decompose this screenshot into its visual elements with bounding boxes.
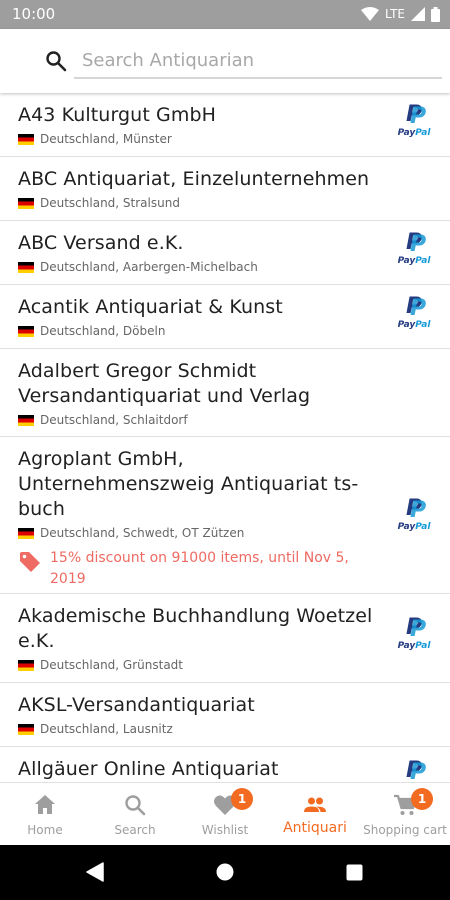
nav-shopping-cart[interactable]: Shopping cart 1 — [360, 783, 450, 845]
nav-badge: 1 — [411, 788, 433, 810]
dealer-location-text: Deutschland, Schlaitdorf — [40, 413, 188, 427]
paypal-text-1: Pay — [397, 320, 416, 330]
battery-icon — [431, 6, 440, 22]
germany-flag-icon — [18, 133, 34, 145]
paypal-p-icon: PP — [405, 758, 427, 783]
paypal-text-2: Pal — [415, 320, 431, 330]
nav-wishlist[interactable]: Wishlist 1 — [180, 783, 270, 845]
dealer-row[interactable]: AKSL-Versandantiquariat Deutschland, Laus… — [0, 683, 450, 747]
people-icon — [304, 797, 326, 812]
germany-flag-icon — [18, 723, 34, 735]
nav-badge: 1 — [231, 788, 253, 810]
dealer-location-text: Deutschland, Aarbergen-Michelbach — [40, 260, 258, 274]
dealer-name: AKSL-Versandantiquariat — [18, 694, 255, 716]
nav-label: Antiquari — [283, 820, 347, 836]
search-input[interactable] — [74, 43, 442, 79]
paypal-p-icon: PP — [405, 496, 427, 523]
nav-antiquari[interactable]: Antiquari — [270, 783, 360, 845]
paypal-text-1: Pay — [397, 256, 416, 266]
paypal-logo: PPPayPal — [394, 295, 434, 335]
paypal-p-icon: PP — [405, 102, 427, 129]
dealer-row[interactable]: Acantik Antiquariat & Kunst Deutschland, … — [0, 285, 450, 349]
dealer-location: Deutschland, Döbeln — [18, 322, 380, 340]
signal-icon — [411, 7, 425, 21]
dealer-name: ABC Versand e.K. — [18, 232, 184, 254]
nav-home[interactable]: Home — [0, 783, 90, 845]
home-icon — [35, 795, 55, 814]
dealer-name: Akademische Buchhandlung Woetzel e.K. — [18, 605, 373, 652]
nav-search[interactable]: Search — [90, 783, 180, 845]
dealer-row[interactable]: ABC Antiquariat, Einzelunternehmen Deutsc… — [0, 157, 450, 221]
dealer-location-text: Deutschland, Grünstadt — [40, 658, 184, 672]
dealer-name: Allgäuer Online Antiquariat — [18, 758, 279, 780]
paypal-logo: PPPayPal — [394, 758, 434, 783]
nav-label: Shopping cart — [363, 823, 447, 837]
germany-flag-icon — [18, 659, 34, 671]
nav-label: Home — [27, 823, 63, 837]
dealer-location: Deutschland, Stralsund — [18, 194, 380, 212]
germany-flag-icon — [18, 261, 34, 273]
paypal-logo: PPPayPal — [394, 231, 434, 271]
dealer-name: Adalbert Gregor Schmidt Versandantiquari… — [18, 360, 311, 407]
paypal-text-1: Pay — [397, 641, 416, 651]
tag-icon — [20, 552, 40, 572]
dealer-name: A43 Kulturgut GmbH — [18, 104, 216, 126]
discount-notice: 15% discount on 91000 items, until Nov 5… — [18, 548, 380, 590]
dealer-location: Deutschland, Grünstadt — [18, 656, 380, 674]
nav-label: Wishlist — [201, 823, 249, 837]
nav-label: Search — [114, 823, 156, 837]
dealer-row[interactable]: Adalbert Gregor Schmidt Versandantiquari… — [0, 349, 450, 437]
status-icons: LTE — [361, 5, 440, 23]
dealer-row[interactable]: Akademische Buchhandlung Woetzel e.K. Deu… — [0, 594, 450, 683]
germany-flag-icon — [18, 197, 34, 209]
dealer-location-text: Deutschland, Döbeln — [40, 324, 166, 338]
paypal-text-2: Pal — [415, 641, 431, 651]
dealer-name: ABC Antiquariat, Einzelunternehmen — [18, 168, 370, 190]
discount-text: 15% discount on 91000 items, until Nov 5… — [50, 550, 349, 587]
search-icon[interactable] — [44, 49, 68, 73]
dealer-location: Deutschland, Lausnitz — [18, 720, 380, 738]
germany-flag-icon — [18, 325, 34, 337]
germany-flag-icon — [18, 414, 34, 426]
search-bar — [0, 29, 450, 93]
status-bar: 10:00 LTE — [0, 0, 450, 29]
dealer-location-text: Deutschland, Münster — [40, 132, 172, 146]
paypal-p-icon: PP — [405, 294, 427, 321]
dealer-location-text: Deutschland, Lausnitz — [40, 722, 173, 736]
paypal-p-icon: PP — [405, 615, 427, 642]
dealer-row[interactable]: ABC Versand e.K. Deutschland, Aarbergen-M… — [0, 221, 450, 285]
paypal-logo: PPPayPal — [394, 103, 434, 143]
bottom-navigation: Home Search Wishlist 1 Antiquari Shopping car… — [0, 782, 450, 845]
germany-flag-icon — [18, 527, 34, 539]
home-button-icon[interactable] — [216, 863, 234, 881]
paypal-text-2: Pal — [415, 256, 431, 266]
dealer-name: Acantik Antiquariat & Kunst — [18, 296, 283, 318]
dealer-row[interactable]: Agroplant GmbH, Unternehmenszweig Antiqu… — [0, 437, 450, 594]
paypal-text-2: Pal — [415, 522, 431, 532]
search-icon — [125, 795, 146, 816]
dealer-location: Deutschland, Schwedt, OT Zützen — [18, 524, 380, 542]
dealer-row[interactable]: Allgäuer Online AntiquariatDeutschlandPP… — [0, 747, 450, 782]
recents-icon[interactable] — [346, 864, 363, 881]
status-time: 10:00 — [12, 5, 56, 23]
dealer-location-text: Deutschland, Schwedt, OT Zützen — [40, 526, 245, 540]
paypal-p-icon: PP — [405, 230, 427, 257]
dealer-location: Deutschland, Aarbergen-Michelbach — [18, 258, 380, 276]
dealer-list[interactable]: A43 Kulturgut GmbH Deutschland, Münster P P… — [0, 93, 450, 782]
system-navigation-bar — [0, 845, 450, 900]
dealer-name: Agroplant GmbH, Unternehmenszweig Antiqu… — [18, 448, 359, 520]
network-type: LTE — [385, 7, 405, 21]
dealer-row[interactable]: A43 Kulturgut GmbH Deutschland, Münster P P… — [0, 93, 450, 157]
dealer-location: Deutschland, Schlaitdorf — [18, 411, 380, 429]
dealer-location-text: Deutschland, Stralsund — [40, 196, 180, 210]
paypal-logo: PPPayPal — [394, 497, 434, 537]
paypal-logo: PPPayPal — [394, 616, 434, 656]
dealer-location: Deutschland, Münster — [18, 130, 380, 148]
paypal-text-1: Pay — [397, 522, 416, 532]
paypal-text-1: Pay — [397, 128, 416, 138]
back-icon[interactable] — [86, 862, 104, 882]
wifi-icon — [361, 7, 380, 21]
paypal-text-2: Pal — [415, 128, 431, 138]
